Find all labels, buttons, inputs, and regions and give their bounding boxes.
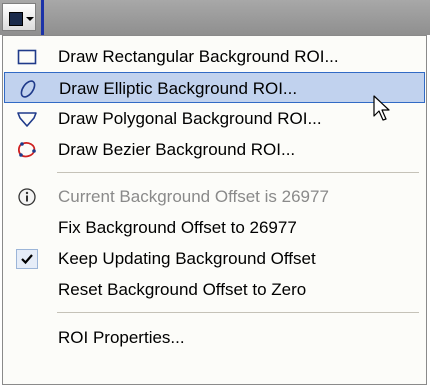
- polygon-icon: [16, 109, 38, 129]
- menu-item-label: Draw Bezier Background ROI...: [58, 140, 296, 159]
- menu-item-label: Draw Elliptic Background ROI...: [59, 79, 298, 98]
- roi-context-menu: Draw Rectangular Background ROI... Draw …: [2, 35, 427, 385]
- menu-separator: [57, 172, 419, 173]
- menu-item-label: Draw Rectangular Background ROI...: [58, 47, 339, 66]
- roi-square-icon: [9, 12, 23, 26]
- menu-item-label: Draw Polygonal Background ROI...: [58, 109, 322, 128]
- menu-separator: [57, 312, 419, 313]
- menu-item-label: Keep Updating Background Offset: [58, 249, 316, 268]
- menu-item-label: Current Background Offset is 26977: [58, 187, 329, 206]
- menu-item-draw-polygonal[interactable]: Draw Polygonal Background ROI...: [4, 103, 425, 134]
- menu-item-fix-offset[interactable]: Fix Background Offset to 26977: [4, 212, 425, 243]
- info-icon: [16, 187, 38, 207]
- checkmark-icon: [16, 249, 38, 269]
- bezier-icon: [16, 140, 38, 160]
- toolbar: [0, 0, 430, 35]
- menu-item-draw-rectangular[interactable]: Draw Rectangular Background ROI...: [4, 41, 425, 72]
- menu-item-keep-updating-offset[interactable]: Keep Updating Background Offset: [4, 243, 425, 274]
- menu-item-label: ROI Properties...: [58, 328, 185, 347]
- roi-tool-dropdown-button[interactable]: [2, 3, 36, 31]
- menu-item-draw-elliptic[interactable]: Draw Elliptic Background ROI...: [4, 72, 425, 103]
- menu-item-draw-bezier[interactable]: Draw Bezier Background ROI...: [4, 134, 425, 165]
- menu-item-label: Fix Background Offset to 26977: [58, 218, 297, 237]
- menu-item-reset-offset[interactable]: Reset Background Offset to Zero: [4, 274, 425, 305]
- toolbar-accent-line: [41, 0, 44, 35]
- menu-item-label: Reset Background Offset to Zero: [58, 280, 307, 299]
- dropdown-arrow-icon: [26, 17, 34, 21]
- mouse-pointer-icon: [373, 95, 393, 123]
- ellipse-icon: [17, 79, 39, 99]
- menu-item-current-offset: Current Background Offset is 26977: [4, 181, 425, 212]
- menu-item-roi-properties[interactable]: ROI Properties...: [4, 322, 425, 353]
- rectangle-icon: [16, 47, 38, 67]
